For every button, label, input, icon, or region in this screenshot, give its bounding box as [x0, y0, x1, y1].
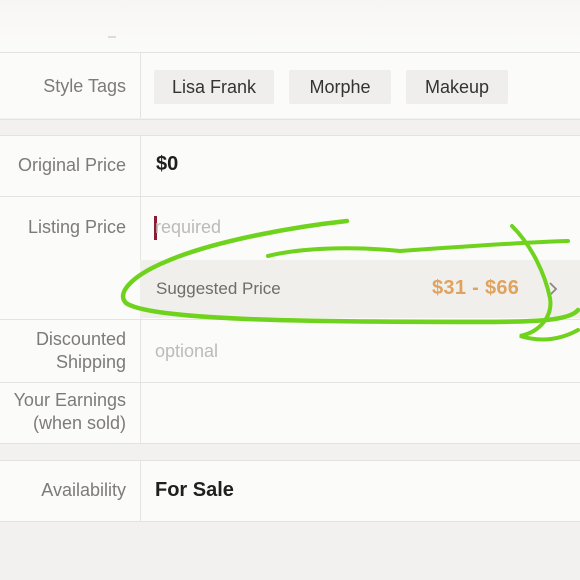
your-earnings-label-line2: (when sold): [32, 413, 126, 433]
discounted-shipping-row: Discounted Shipping optional: [0, 319, 580, 383]
listing-price-label: Listing Price: [27, 217, 126, 237]
style-tag-chip[interactable]: Lisa Frank: [154, 70, 274, 104]
style-tag-chip[interactable]: Morphe: [289, 70, 391, 104]
original-price-value[interactable]: $0: [156, 153, 178, 176]
availability-row[interactable]: Availability For Sale: [0, 460, 580, 522]
original-price-label: Original Price: [17, 155, 126, 175]
style-tags-label: Style Tags: [43, 76, 126, 96]
availability-value: For Sale: [155, 479, 234, 501]
discounted-shipping-label-line1: Discounted: [35, 329, 126, 349]
your-earnings-label-line1: Your Earnings: [13, 390, 126, 410]
chevron-right-icon: [549, 282, 558, 296]
suggested-price-range: $31 - $66: [432, 277, 520, 299]
listing-price-input[interactable]: required: [155, 217, 221, 238]
discounted-shipping-input[interactable]: optional: [155, 341, 218, 362]
your-earnings-row: Your Earnings (when sold): [0, 382, 580, 442]
suggested-price-label: Suggested Price: [156, 279, 281, 298]
suggested-price-button[interactable]: Suggested Price $31 - $66: [140, 260, 580, 318]
availability-label: Availability: [41, 480, 126, 500]
top-fade: [0, 0, 580, 52]
discounted-shipping-label-line2: Shipping: [55, 352, 126, 372]
style-tag-chip[interactable]: Makeup: [406, 70, 508, 104]
original-price-row: Original Price $0: [0, 136, 580, 197]
